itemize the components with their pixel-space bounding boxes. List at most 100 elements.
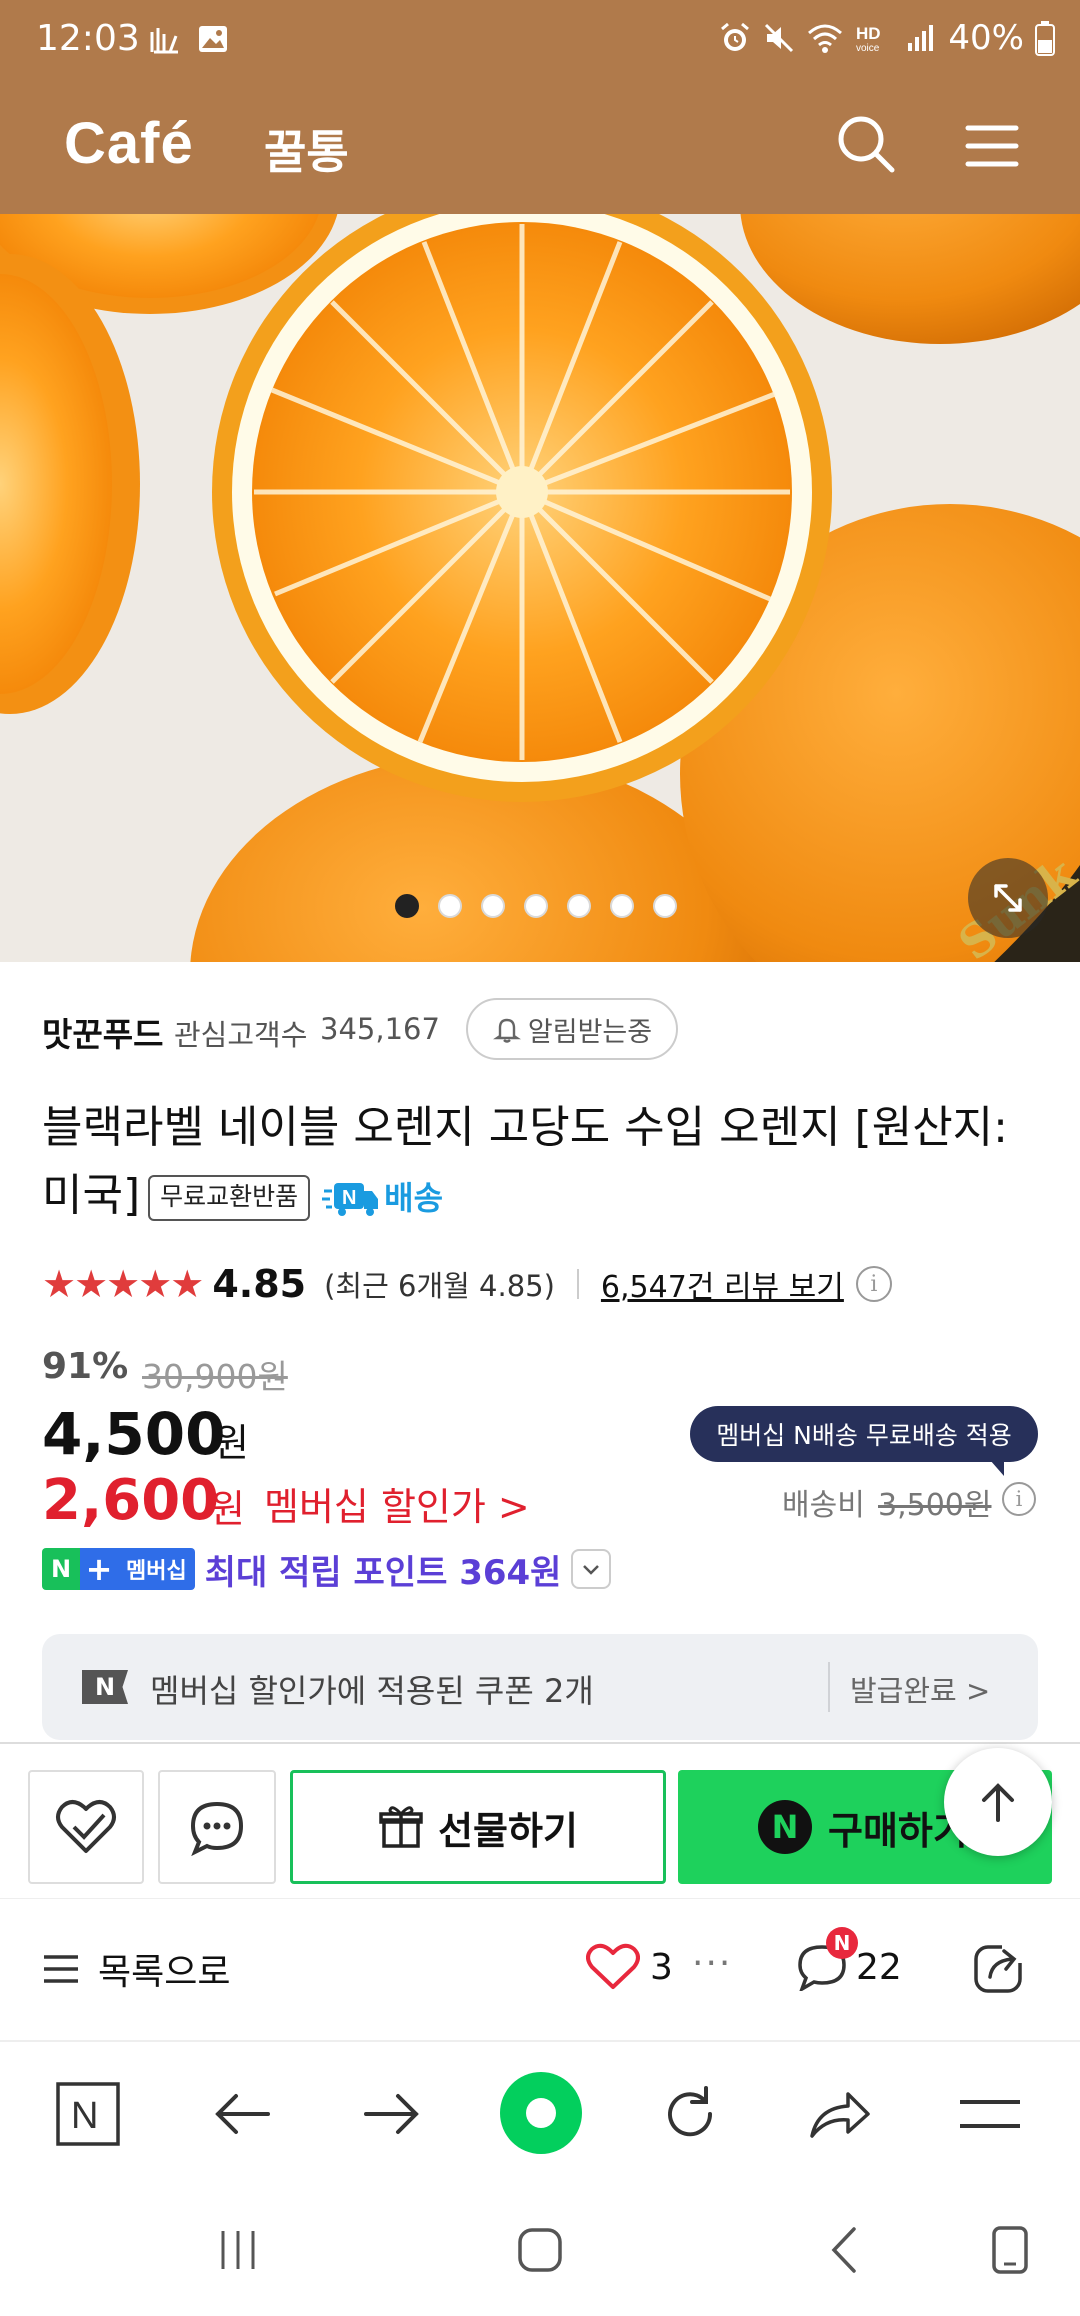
back-chevron-icon (831, 2227, 856, 2273)
like-button[interactable]: 3 (586, 1943, 673, 1991)
coupon-status[interactable]: 발급완료 > (850, 1668, 990, 1710)
cafe-name[interactable]: 꿀통 (264, 116, 349, 182)
svg-text:HD: HD (856, 24, 881, 43)
recent-apps-icon (221, 2231, 255, 2269)
free-shipping-bubble: 멤버십 N배송 무료배송 적용 (690, 1406, 1038, 1476)
status-bar: 12:03 HD voice 40% (0, 0, 1080, 80)
pagination-dot[interactable] (524, 894, 548, 918)
refresh-button[interactable] (656, 2080, 724, 2148)
alert-subscribe-button[interactable]: 알림받는중 (466, 998, 678, 1060)
bell-icon (492, 1018, 521, 1043)
n-delivery-badge: N 배송 (322, 1164, 443, 1232)
recent-apps-button[interactable] (208, 2220, 268, 2280)
home-icon (518, 2228, 562, 2272)
pagination-dot[interactable] (438, 894, 462, 918)
gallery-icon (199, 26, 227, 52)
arrow-left-icon (215, 2094, 270, 2134)
pagination-dot[interactable] (395, 894, 419, 918)
gift-icon (379, 1806, 423, 1848)
delivery-truck-icon: N (322, 1179, 380, 1217)
sale-price: 4,500 (42, 1400, 226, 1468)
shipping-price: 3,500원 (878, 1488, 992, 1523)
system-back-button[interactable] (814, 2220, 874, 2280)
hd-voice-icon: HDvoice (856, 24, 881, 54)
shipping-info-icon[interactable]: i (1002, 1482, 1036, 1516)
arrow-right-icon (364, 2094, 419, 2134)
npay-member-label: 멤버십 (118, 1548, 195, 1590)
menu-button[interactable] (962, 116, 1022, 176)
wishlist-button[interactable] (28, 1770, 144, 1884)
rating-row: ★★★★★ 4.85 (최근 6개월 4.85) 6,547건 리뷰 보기 i (42, 1256, 892, 1312)
post-toolbar: 목록으로 3 ··· N 22 (0, 1898, 1080, 2040)
forward-button[interactable] (358, 2080, 426, 2148)
menu-icon (965, 125, 1019, 167)
scroll-to-top-button[interactable] (944, 1748, 1052, 1856)
back-button[interactable] (208, 2080, 276, 2148)
rating-score: 4.85 (212, 1262, 307, 1306)
naver-home-button[interactable]: N (54, 2080, 122, 2148)
gift-label: 선물하기 (438, 1808, 578, 1853)
product-image[interactable]: Sunk (0, 214, 1080, 962)
rating-recent: (최근 6개월 4.85) (324, 1269, 555, 1303)
pagination-dot[interactable] (481, 894, 505, 918)
chat-bubble-icon (190, 1801, 244, 1856)
back-to-list-button[interactable]: 목록으로 (42, 1943, 230, 1995)
pagination-dot[interactable] (567, 894, 591, 918)
delivery-label: 배송 (384, 1179, 444, 1217)
seller-name[interactable]: 맛꾼푸드 (42, 1008, 163, 1056)
status-time: 12:03 (36, 18, 140, 59)
points-row[interactable]: N + 멤버십 최대 적립 포인트 364원 (42, 1546, 612, 1593)
followers-label: 관심고객수 (174, 1018, 308, 1052)
image-pagination (395, 894, 677, 918)
battery-icon (1035, 21, 1055, 56)
info-icon[interactable]: i (855, 1266, 892, 1302)
status-right-icons: HD voice 40% (718, 18, 1056, 58)
phone-rotate-icon (992, 2226, 1028, 2274)
browser-toolbar: N (0, 2040, 1080, 2180)
like-count: 3 (650, 1946, 673, 1988)
cafe-logo[interactable]: Café (64, 110, 194, 177)
followers-count: 345,167 (320, 1012, 440, 1046)
max-points-text: 최대 적립 포인트 364원 (204, 1552, 562, 1593)
review-link[interactable]: 6,547건 리뷰 보기 (601, 1262, 844, 1306)
share-page-button[interactable] (806, 2080, 874, 2148)
home-button[interactable] (510, 2220, 570, 2280)
refresh-icon (668, 2086, 713, 2137)
comment-button[interactable]: N 22 (796, 1927, 902, 1991)
product-title-block: 블랙라벨 네이블 오렌지 고당도 수입 오렌지 [원산지: 미국] 무료교환반품 N… (42, 1094, 1042, 1232)
naver-n-icon: N (56, 2082, 120, 2146)
member-price[interactable]: 2,600 (42, 1468, 219, 1533)
talk-button[interactable] (158, 1770, 276, 1884)
search-button[interactable] (834, 112, 898, 176)
more-button[interactable]: ··· (692, 1943, 732, 1984)
shipping-label: 배송비 (782, 1488, 865, 1523)
chevron-down-icon[interactable] (571, 1549, 612, 1589)
browser-menu-button[interactable] (956, 2080, 1024, 2148)
gift-button[interactable]: 선물하기 (290, 1770, 666, 1884)
comment-count: 22 (856, 1946, 902, 1988)
heart-icon (586, 1943, 640, 1989)
green-dot-button[interactable] (500, 2072, 582, 2154)
search-icon (838, 116, 895, 173)
member-price-link[interactable]: 멤버십 할인가 > (264, 1476, 530, 1531)
green-dot-icon (526, 2098, 556, 2128)
member-price-unit[interactable]: 원 (210, 1478, 245, 1533)
pagination-dot[interactable] (610, 894, 634, 918)
rotate-button[interactable] (980, 2220, 1040, 2280)
pagination-dot[interactable] (653, 894, 677, 918)
npay-icon: N (758, 1800, 812, 1854)
npay-membership-badge: N + 멤버십 (42, 1548, 195, 1590)
purchase-action-bar: 선물하기 N 구매하기 (0, 1742, 1080, 1898)
coupon-box[interactable]: N 멤버십 할인가에 적용된 쿠폰 2개 발급완료 > (42, 1634, 1038, 1740)
divider (828, 1662, 830, 1712)
status-notification-icons (148, 22, 230, 56)
cloud-sync-icon (150, 28, 178, 54)
arrow-up-icon (982, 1783, 1014, 1822)
heart-check-icon (56, 1800, 116, 1853)
menu-icon (960, 2100, 1020, 2128)
battery-percent: 40% (948, 18, 1024, 58)
rating-stars: ★★★★★ (42, 1262, 204, 1306)
free-return-badge: 무료교환반품 (148, 1175, 311, 1221)
expand-image-button[interactable] (968, 858, 1048, 938)
share-button[interactable] (972, 1939, 1028, 1995)
